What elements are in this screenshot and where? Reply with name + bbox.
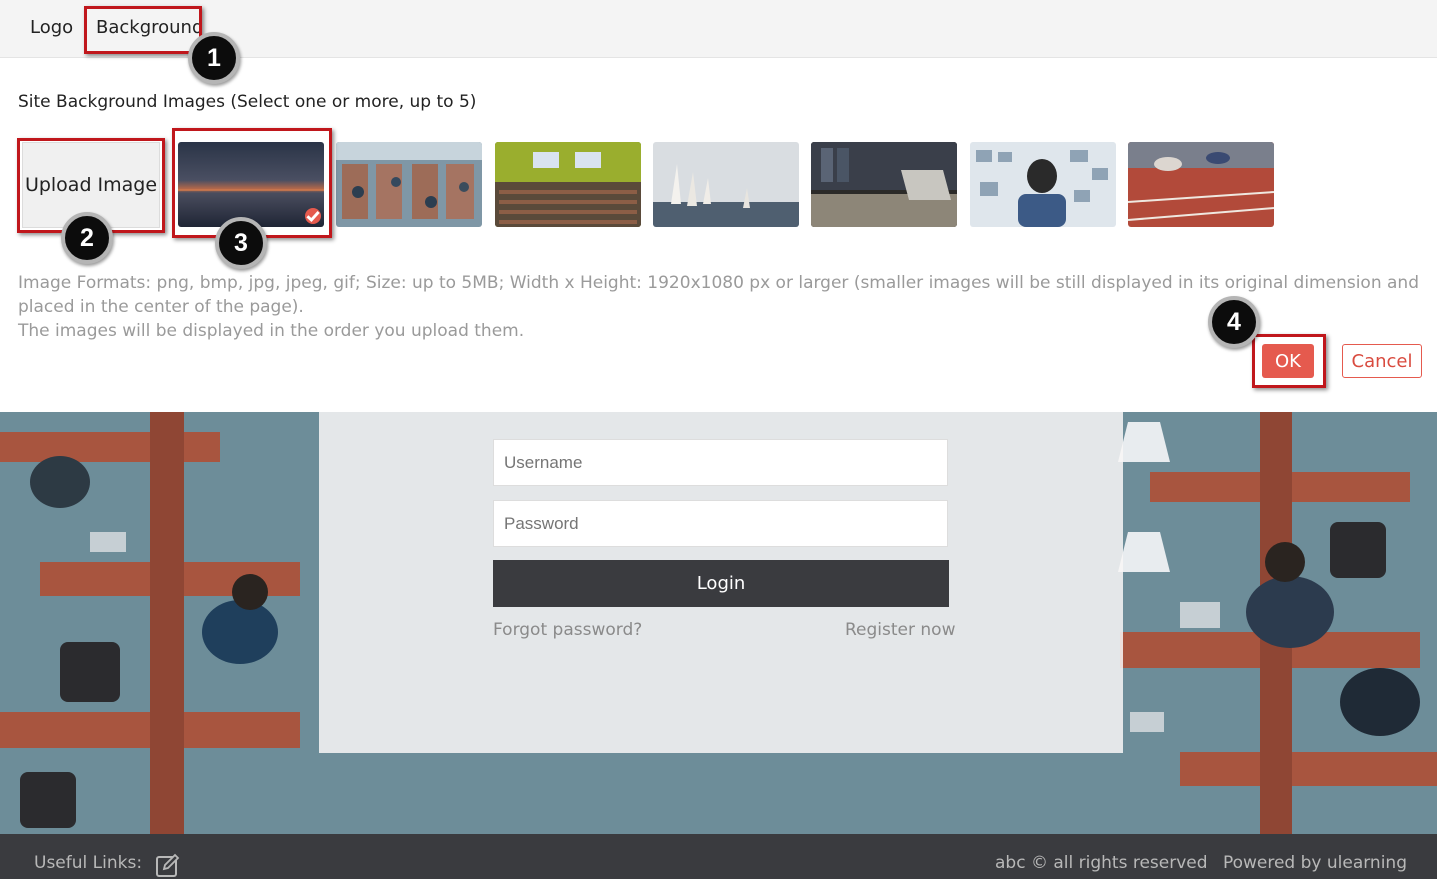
password-input[interactable] [493, 500, 948, 547]
tab-logo[interactable]: Logo [30, 17, 73, 38]
thumbnail-image [178, 142, 324, 227]
image-format-help: Image Formats: png, bmp, jpg, jpeg, gif;… [18, 271, 1423, 343]
cancel-button[interactable]: Cancel [1342, 344, 1422, 378]
copyright-text: abc © all rights reserved [995, 853, 1208, 873]
username-input[interactable] [493, 439, 948, 486]
footer-right: abc © all rights reserved Powered by ule… [995, 853, 1407, 873]
upload-image-button[interactable]: Upload Image [22, 142, 160, 228]
edit-icon[interactable] [155, 853, 181, 879]
thumbnail-running-track[interactable] [1128, 142, 1274, 227]
tab-background[interactable]: Background [96, 17, 203, 38]
thumbnail-image [1128, 142, 1274, 227]
help-order: The images will be displayed in the orde… [18, 321, 525, 341]
powered-by-text: Powered by ulearning [1222, 853, 1407, 873]
thumbnail-lecture-hall[interactable] [495, 142, 641, 227]
forgot-password-link[interactable]: Forgot password? [493, 620, 642, 640]
register-link[interactable]: Register now [845, 620, 955, 640]
thumbnail-sunset-sea[interactable] [178, 142, 324, 227]
help-formats: Image Formats: png, bmp, jpg, jpeg, gif;… [18, 273, 1419, 317]
thumbnail-image [811, 142, 957, 227]
footer: Useful Links: abc © all rights reserved … [0, 834, 1437, 879]
ok-button[interactable]: OK [1262, 344, 1314, 378]
background-settings-panel: Site Background Images (Select one or mo… [0, 58, 1437, 412]
useful-links-label: Useful Links: [34, 853, 143, 873]
thumbnail-desk-laptop[interactable] [811, 142, 957, 227]
thumbnail-image [653, 142, 799, 227]
selected-check-icon [305, 208, 321, 224]
panel-title: Site Background Images (Select one or mo… [18, 92, 477, 112]
thumbnail-whiteboard-person[interactable] [970, 142, 1116, 227]
login-button[interactable]: Login [493, 560, 949, 607]
thumbnail-image [336, 142, 482, 227]
thumbnail-image [495, 142, 641, 227]
tab-bar: Logo Background [0, 0, 1437, 58]
thumbnail-image [970, 142, 1116, 227]
thumbnail-sailboats[interactable] [653, 142, 799, 227]
thumbnail-library-overhead[interactable] [336, 142, 482, 227]
